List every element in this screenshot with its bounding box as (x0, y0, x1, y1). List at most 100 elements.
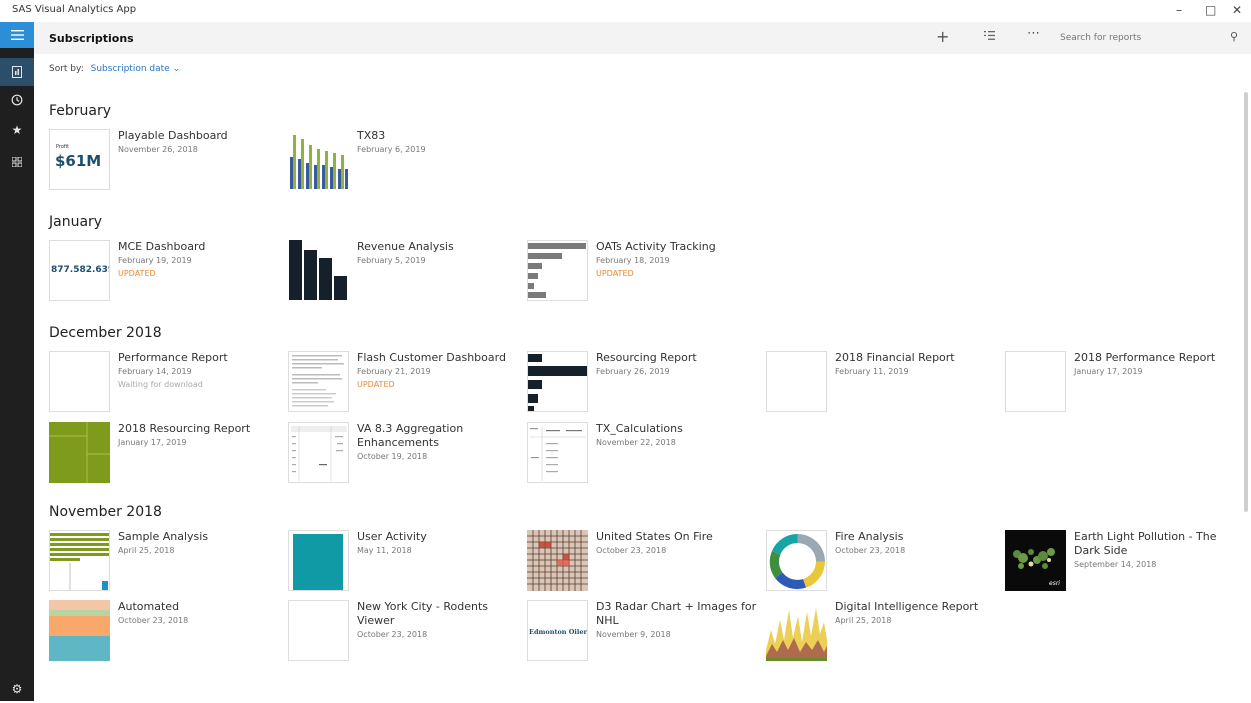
report-item-2018-financial-report[interactable]: 2018 Financial Report February 11, 2019 (766, 351, 996, 415)
minimize-icon[interactable]: – (1176, 3, 1182, 17)
report-thumbnail (1005, 351, 1066, 412)
report-thumbnail (288, 129, 349, 190)
report-title: User Activity (357, 530, 427, 543)
apps-grid-icon[interactable] (0, 148, 34, 176)
report-date: October 23, 2018 (118, 616, 189, 625)
report-item-mce-dashboard[interactable]: 877.582.639 MCE Dashboard February 19, 2… (49, 240, 279, 304)
section-header-november-2018: November 2018 (49, 504, 162, 520)
report-thumbnail: 877.582.639 (49, 240, 110, 301)
report-title: United States On Fire (596, 530, 713, 543)
report-item-united-states-on-fire[interactable]: United States On Fire October 23, 2018 (527, 530, 757, 594)
report-thumbnail (766, 530, 827, 591)
report-item-2018-resourcing-report[interactable]: 2018 Resourcing Report January 17, 2019 (49, 422, 279, 486)
thumb-label: Profit (56, 144, 70, 150)
subscriptions-list: February Profit $61M Playable Dashboard … (34, 86, 1241, 701)
report-date: October 23, 2018 (357, 630, 428, 639)
report-title: Performance Report (118, 351, 228, 364)
favorites-star-icon[interactable]: ★ (0, 116, 34, 144)
list-view-icon[interactable] (984, 29, 995, 44)
sort-bar: Sort by: Subscription date ⌄ (49, 64, 180, 74)
report-date: February 6, 2019 (357, 145, 426, 154)
report-item-revenue-analysis[interactable]: Revenue Analysis February 5, 2019 (288, 240, 518, 304)
page-header: Subscriptions + ⋯ ⚲ (34, 22, 1251, 54)
report-date: October 23, 2018 (835, 546, 906, 555)
report-item-2018-performance-report[interactable]: 2018 Performance Report January 17, 2019 (1005, 351, 1235, 415)
status-badge: Waiting for download (118, 380, 203, 389)
report-item-nyc-rodents-viewer[interactable]: New York City - Rodents Viewer October 2… (288, 600, 518, 664)
report-item-user-activity[interactable]: User Activity May 11, 2018 (288, 530, 518, 594)
report-thumbnail (527, 240, 588, 301)
report-item-sample-analysis[interactable]: Sample Analysis April 25, 2018 (49, 530, 279, 594)
close-icon[interactable]: ✕ (1232, 3, 1242, 17)
history-icon[interactable] (0, 86, 34, 114)
subscriptions-icon[interactable] (0, 58, 34, 86)
report-item-digital-intelligence[interactable]: Digital Intelligence Report April 25, 20… (766, 600, 996, 664)
report-date: February 11, 2019 (835, 367, 909, 376)
report-title: Resourcing Report (596, 351, 697, 364)
sort-value: Subscription date (90, 64, 170, 74)
report-thumbnail (288, 530, 349, 591)
report-item-tx-calculations[interactable]: TX_Calculations November 22, 2018 (527, 422, 757, 486)
thumb-value: $61M (55, 152, 102, 170)
report-item-fire-analysis[interactable]: Fire Analysis October 23, 2018 (766, 530, 996, 594)
section-header-december-2018: December 2018 (49, 325, 162, 341)
report-date: October 23, 2018 (596, 546, 667, 555)
report-title: MCE Dashboard (118, 240, 206, 253)
report-item-resourcing-report[interactable]: Resourcing Report February 26, 2019 (527, 351, 757, 415)
report-item-d3-radar-chart[interactable]: Edmonton Oilers D3 Radar Chart + Images … (527, 600, 757, 664)
sort-label: Sort by: (49, 64, 84, 74)
report-date: November 22, 2018 (596, 438, 676, 447)
report-title: TX83 (357, 129, 386, 142)
report-thumbnail (527, 530, 588, 591)
report-thumbnail (288, 351, 349, 412)
thumb-value: 877.582.639 (51, 265, 110, 275)
vertical-scrollbar[interactable] (1244, 92, 1248, 512)
report-title: Fire Analysis (835, 530, 904, 543)
status-badge: UPDATED (357, 380, 395, 389)
status-badge: UPDATED (596, 269, 634, 278)
window-title: SAS Visual Analytics App (12, 4, 137, 15)
search-icon[interactable]: ⚲ (1230, 30, 1238, 43)
report-title: New York City - Rodents Viewer (357, 600, 489, 627)
report-thumbnail (49, 351, 110, 412)
report-thumbnail: esri (1005, 530, 1066, 591)
report-date: February 14, 2019 (118, 367, 192, 376)
report-date: November 26, 2018 (118, 145, 198, 154)
report-date: April 25, 2018 (118, 546, 175, 555)
report-title: 2018 Financial Report (835, 351, 955, 364)
report-title: OATs Activity Tracking (596, 240, 716, 253)
report-thumbnail (49, 530, 110, 591)
add-icon[interactable]: + (936, 27, 949, 46)
report-item-playable-dashboard[interactable]: Profit $61M Playable Dashboard November … (49, 129, 279, 193)
esri-logo: esri (1049, 580, 1060, 587)
restore-icon[interactable]: □ (1205, 3, 1216, 17)
report-item-flash-customer-dashboard[interactable]: Flash Customer Dashboard February 21, 20… (288, 351, 518, 415)
report-item-earth-light-pollution[interactable]: esri Earth Light Pollution - The Dark Si… (1005, 530, 1235, 594)
report-item-automated[interactable]: Automated October 23, 2018 (49, 600, 279, 664)
report-thumbnail (288, 422, 349, 483)
hamburger-menu-icon[interactable] (0, 22, 34, 48)
report-thumbnail (527, 351, 588, 412)
search-input[interactable] (1054, 27, 1246, 49)
sort-dropdown[interactable]: Subscription date ⌄ (91, 64, 181, 74)
thumb-label: Edmonton Oilers (529, 628, 588, 636)
report-item-tx83[interactable]: TX83 February 6, 2019 (288, 129, 518, 193)
chevron-down-icon: ⌄ (172, 64, 181, 74)
report-thumbnail (49, 422, 110, 483)
report-date: February 21, 2019 (357, 367, 431, 376)
more-options-icon[interactable]: ⋯ (1027, 26, 1040, 41)
report-item-oats-activity-tracking[interactable]: OATs Activity Tracking February 18, 2019… (527, 240, 757, 304)
left-nav: ★ ⚙ (0, 22, 34, 701)
report-title: Automated (118, 600, 180, 613)
report-thumbnail (527, 422, 588, 483)
report-item-performance-report[interactable]: Performance Report February 14, 2019 Wai… (49, 351, 279, 415)
report-thumbnail: Edmonton Oilers (527, 600, 588, 661)
report-title: TX_Calculations (596, 422, 683, 435)
report-title: Revenue Analysis (357, 240, 454, 253)
report-thumbnail (766, 351, 827, 412)
report-item-va-83-aggregation[interactable]: VA 8.3 Aggregation Enhancements October … (288, 422, 518, 486)
section-header-january: January (49, 214, 103, 230)
settings-gear-icon[interactable]: ⚙ (0, 675, 34, 703)
report-date: February 26, 2019 (596, 367, 670, 376)
report-title: Playable Dashboard (118, 129, 228, 142)
